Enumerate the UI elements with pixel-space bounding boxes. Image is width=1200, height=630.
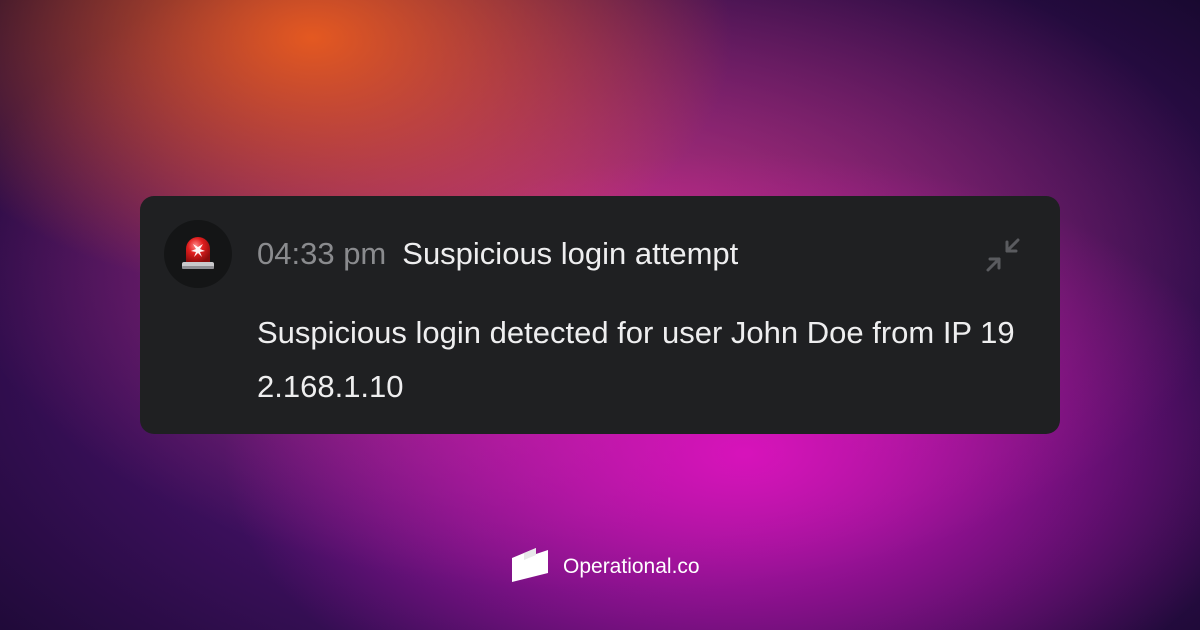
notification-time: 04:33 pm — [257, 236, 387, 271]
notification-message: Suspicious login detected for user John … — [257, 315, 1015, 404]
brand-footer[interactable]: Operational.co — [511, 547, 700, 587]
collapse-button[interactable] — [982, 234, 1024, 276]
notification-card: 04:33 pm Suspicious login attempt Suspic… — [140, 196, 1060, 434]
operational-logo-icon — [511, 547, 549, 587]
collapse-icon — [982, 238, 1024, 280]
siren-icon — [179, 232, 217, 277]
brand-name: Operational.co — [563, 555, 700, 578]
notification-avatar — [164, 220, 232, 288]
notification-header: 04:33 pm Suspicious login attempt — [257, 232, 738, 276]
notification-title: Suspicious login attempt — [402, 236, 739, 271]
